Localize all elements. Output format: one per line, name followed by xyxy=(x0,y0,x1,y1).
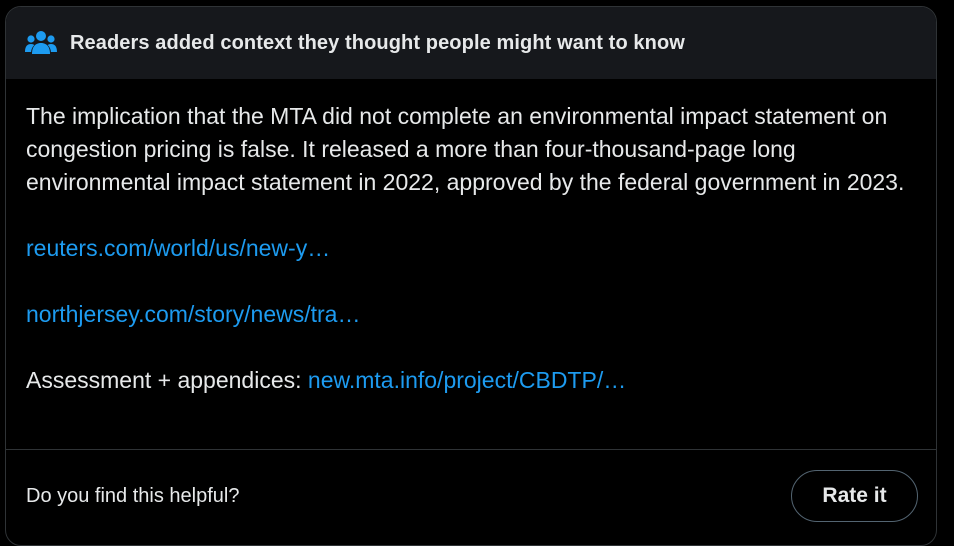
reuters-link[interactable]: reuters.com/world/us/new-y… xyxy=(26,235,330,261)
note-header-title: Readers added context they thought peopl… xyxy=(70,31,685,54)
assessment-label: Assessment + appendices: xyxy=(26,367,308,393)
northjersey-link[interactable]: northjersey.com/story/news/tra… xyxy=(26,301,360,327)
people-group-icon xyxy=(25,30,57,56)
note-text: The implication that the MTA did not com… xyxy=(26,103,905,195)
assessment-line: Assessment + appendices: new.mta.info/pr… xyxy=(26,364,916,397)
note-footer: Do you find this helpful? Rate it xyxy=(6,450,936,542)
note-body: The implication that the MTA did not com… xyxy=(6,79,936,397)
helpful-question: Do you find this helpful? xyxy=(26,484,240,507)
community-note-card: Readers added context they thought peopl… xyxy=(5,6,937,546)
mta-link[interactable]: new.mta.info/project/CBDTP/… xyxy=(308,367,626,393)
rate-it-button[interactable]: Rate it xyxy=(791,470,918,522)
note-header: Readers added context they thought peopl… xyxy=(6,7,936,79)
